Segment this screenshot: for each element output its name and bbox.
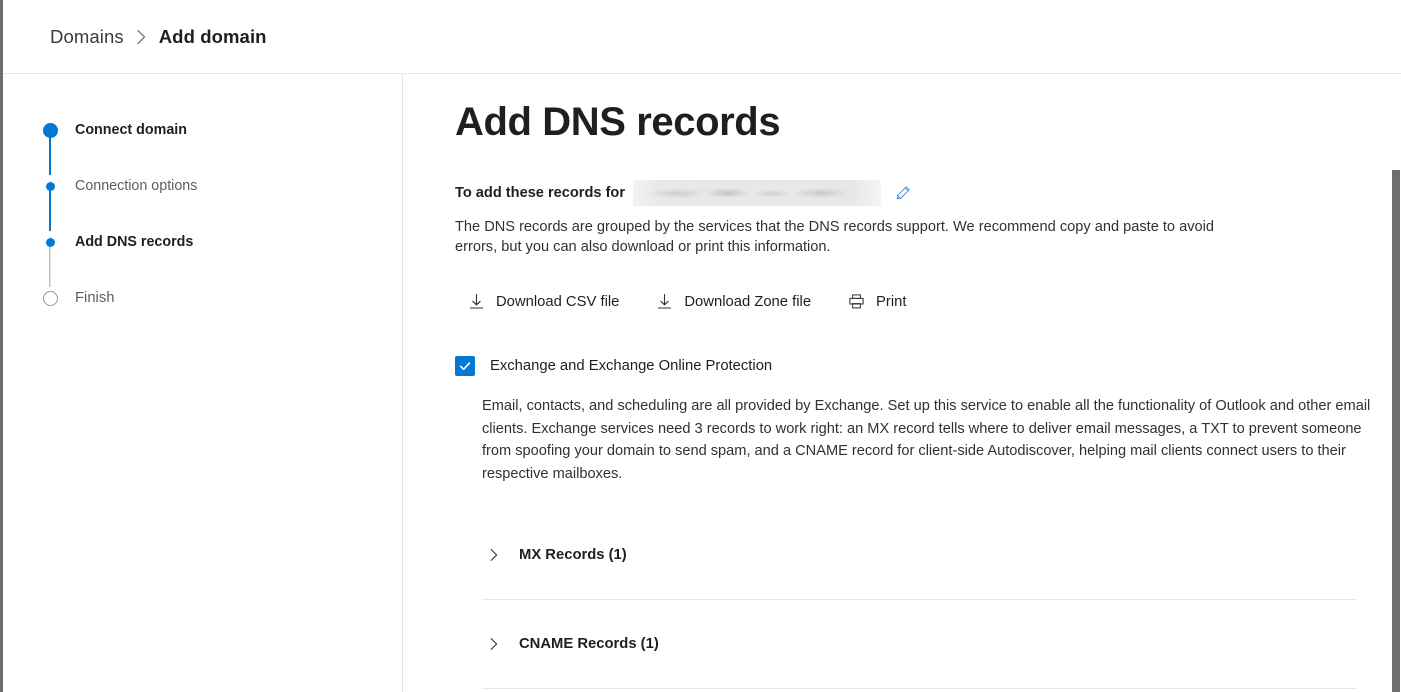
page-header: Domains Add domain	[3, 0, 1401, 74]
page-title: Add DNS records	[455, 100, 781, 144]
download-csv-file-button[interactable]: Download CSV file	[467, 291, 619, 313]
service-header: Exchange and Exchange Online Protection	[455, 355, 1356, 376]
download-icon	[655, 293, 673, 311]
record-group-label: CNAME Records (1)	[519, 636, 659, 653]
wizard-rail: Connect domain Connection options Add DN…	[3, 74, 403, 692]
checkmark-icon	[459, 362, 471, 371]
download-zone-file-label: Download Zone file	[684, 293, 812, 310]
exchange-service-checkbox[interactable]	[455, 355, 475, 376]
page-scrollbar-thumb[interactable]	[1392, 170, 1400, 692]
chevron-right-icon	[136, 29, 147, 45]
records-for-row: To add these records for	[455, 179, 1356, 206]
wizard-step-finish[interactable]: Finish	[42, 287, 402, 309]
record-group: MX Records (1)	[482, 511, 1357, 599]
records-for-label: To add these records for	[455, 184, 626, 201]
breadcrumb: Domains Add domain	[50, 26, 267, 48]
chevron-right-icon	[487, 637, 501, 651]
document-actions-row: Download CSV file Download Zone file Pri…	[455, 291, 1356, 313]
wizard-step-add-dns-records[interactable]: Add DNS records	[45, 231, 402, 287]
wizard-step-connect-domain[interactable]: Connect domain	[42, 119, 402, 175]
main-content: Add DNS records To add these records for…	[404, 74, 1401, 692]
add-domain-wizard-page: Domains Add domain Connect domain Connec…	[0, 0, 1401, 692]
wizard-step-label: Connect domain	[75, 122, 187, 138]
wizard-step-label: Connection options	[75, 178, 198, 194]
service-title: Exchange and Exchange Online Protection	[490, 357, 773, 374]
breadcrumb-current-add-domain: Add domain	[158, 25, 267, 47]
wizard-step-list: Connect domain Connection options Add DN…	[3, 119, 402, 309]
download-csv-file-label: Download CSV file	[496, 293, 620, 310]
chevron-right-icon	[487, 548, 501, 562]
wizard-step-marker-completed	[41, 121, 59, 139]
page-scrollbar-track[interactable]	[1390, 74, 1401, 692]
printer-icon	[847, 293, 865, 311]
service-description: Email, contacts, and scheduling are all …	[482, 397, 1371, 482]
print-button[interactable]: Print	[847, 291, 906, 313]
wizard-step-marker-current	[41, 233, 59, 251]
print-label: Print	[876, 293, 907, 310]
record-group-label: MX Records (1)	[519, 547, 627, 564]
record-group-toggle-mx[interactable]: MX Records (1)	[482, 511, 1357, 599]
wizard-step-connection-options[interactable]: Connection options	[45, 175, 402, 231]
wizard-step-label: Add DNS records	[75, 234, 194, 250]
download-zone-file-button[interactable]: Download Zone file	[655, 291, 811, 313]
record-group-toggle-cname[interactable]: CNAME Records (1)	[482, 600, 1357, 688]
wizard-step-marker-completed	[41, 177, 59, 195]
download-icon	[467, 293, 485, 311]
domain-name-value-redacted	[633, 179, 882, 206]
pencil-icon[interactable]	[895, 185, 911, 201]
intro-paragraph: The DNS records are grouped by the servi…	[455, 218, 1214, 256]
wizard-step-marker-pending	[41, 289, 59, 307]
service-section-exchange: Exchange and Exchange Online Protection …	[455, 355, 1370, 485]
breadcrumb-link-domains[interactable]: Domains	[50, 26, 124, 48]
record-group: TXT Records (1)	[482, 688, 1357, 692]
wizard-step-label: Finish	[75, 290, 115, 306]
record-group-list: MX Records (1) CNAME Records (1)	[482, 511, 1357, 692]
record-group: CNAME Records (1)	[482, 599, 1357, 688]
